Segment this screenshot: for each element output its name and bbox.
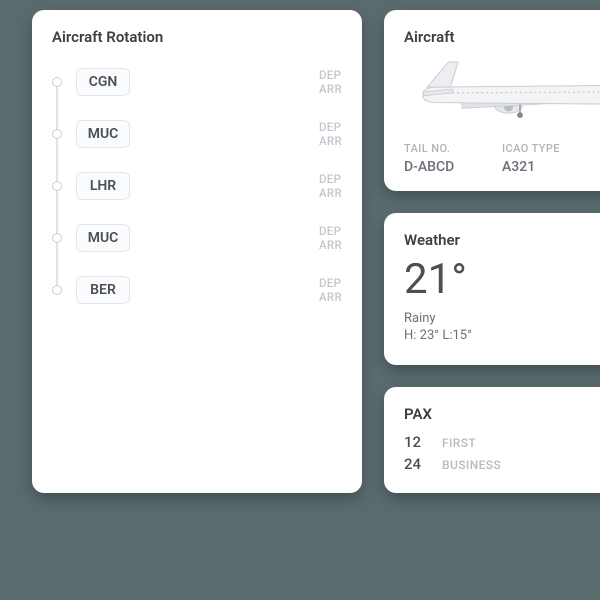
timeline-dot-icon [52, 285, 62, 295]
arr-label: ARR [319, 290, 342, 304]
station-badge[interactable]: MUC [76, 224, 130, 252]
icao-value: A321 [502, 159, 596, 175]
rotation-card: Aircraft Rotation CGN DEP ARR MUC DEP AR… [32, 10, 362, 493]
pax-title: PAX [404, 405, 600, 423]
pax-class: FIRST [442, 436, 476, 450]
weather-condition: Rainy [404, 311, 472, 326]
rotation-row[interactable]: MUC DEP ARR [52, 108, 342, 160]
pax-card: PAX 12 FIRST 24 BUSINESS [384, 387, 600, 493]
arr-label: ARR [319, 186, 342, 200]
arr-label: ARR [319, 134, 342, 148]
aircraft-card: Aircraft [384, 10, 600, 191]
dep-label: DEP [319, 224, 342, 238]
dep-label: DEP [319, 120, 342, 134]
rotation-row[interactable]: LHR DEP ARR [52, 160, 342, 212]
icao-label: ICAO TYPE [502, 142, 596, 155]
pax-row: 24 BUSINESS [404, 455, 600, 473]
rotation-row[interactable]: MUC DEP ARR [52, 212, 342, 264]
pax-count: 24 [404, 455, 428, 473]
station-badge[interactable]: CGN [76, 68, 130, 96]
timeline-dot-icon [52, 181, 62, 191]
dep-label: DEP [319, 276, 342, 290]
weather-card: Weather 21° Rainy H: 23° L:15° [384, 213, 600, 365]
rotation-list: CGN DEP ARR MUC DEP ARR LHR [52, 56, 342, 316]
rotation-times: DEP ARR [319, 68, 342, 97]
rotation-times: DEP ARR [319, 224, 342, 253]
arr-label: ARR [319, 238, 342, 252]
rotation-title: Aircraft Rotation [52, 28, 342, 46]
weather-high-low: H: 23° L:15° [404, 328, 472, 343]
pax-class: BUSINESS [442, 458, 501, 472]
rotation-times: DEP ARR [319, 120, 342, 149]
rotation-times: DEP ARR [319, 172, 342, 201]
rotation-row[interactable]: BER DEP ARR [52, 264, 342, 316]
aircraft-title: Aircraft [404, 28, 600, 46]
dep-label: DEP [319, 68, 342, 82]
timeline-dot-icon [52, 233, 62, 243]
weather-title: Weather [404, 231, 600, 249]
rotation-times: DEP ARR [319, 276, 342, 305]
station-badge[interactable]: BER [76, 276, 130, 304]
aircraft-image [404, 56, 600, 128]
tail-value: D-ABCD [404, 159, 498, 175]
timeline-dot-icon [52, 77, 62, 87]
tail-label: TAIL NO. [404, 142, 498, 155]
cloud-rain-icon [592, 265, 600, 349]
timeline-dot-icon [52, 129, 62, 139]
weather-temp: 21° [404, 259, 472, 301]
pax-count: 12 [404, 433, 428, 451]
pax-row: 12 FIRST [404, 433, 600, 451]
dep-label: DEP [319, 172, 342, 186]
rotation-row[interactable]: CGN DEP ARR [52, 56, 342, 108]
station-badge[interactable]: MUC [76, 120, 130, 148]
station-badge[interactable]: LHR [76, 172, 130, 200]
arr-label: ARR [319, 82, 342, 96]
